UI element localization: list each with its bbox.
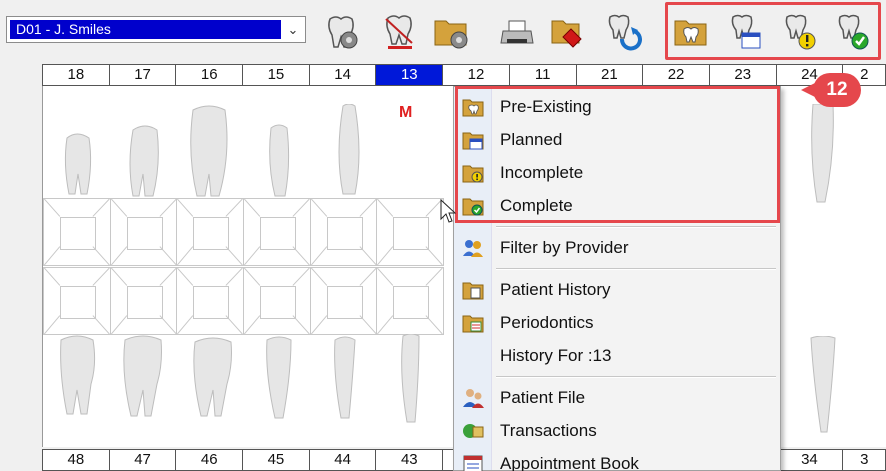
- tooth-number-35[interactable]: 3: [842, 449, 886, 471]
- incomplete-toolbar-button[interactable]: [778, 12, 820, 52]
- planned-calendar-icon: [731, 14, 761, 49]
- lower-tooth-34-illustration: [810, 336, 836, 433]
- folder-search-icon: [551, 20, 582, 48]
- tooth-number-23[interactable]: 23: [708, 64, 777, 86]
- menu-item-periodontics[interactable]: Periodontics: [454, 306, 780, 339]
- menu-item-appointment-book[interactable]: Appointment Book: [454, 447, 780, 471]
- planned-toolbar-button[interactable]: [724, 12, 766, 52]
- menu-item-label: Patient File: [500, 387, 586, 407]
- menu-item-patient-file[interactable]: Patient File: [454, 381, 780, 414]
- menu-item-filter-by-provider[interactable]: Filter by Provider: [454, 231, 780, 264]
- tooth-number-12[interactable]: 12: [442, 64, 510, 86]
- appointment-book-icon: [463, 455, 483, 471]
- tooth-number-14[interactable]: 14: [308, 64, 377, 86]
- surface-cell[interactable]: [376, 198, 445, 266]
- tooth-number-16[interactable]: 16: [175, 64, 244, 86]
- patient-history-icon: [462, 282, 484, 299]
- surface-cell[interactable]: [176, 198, 245, 266]
- tooth-number-44[interactable]: 44: [308, 449, 377, 471]
- upper-teeth-illustration: [64, 104, 360, 197]
- lower-surface-row: [43, 267, 445, 335]
- tooth-clear-button[interactable]: [378, 12, 420, 52]
- upper-tooth-numbers: 18 17 16 15 14 13 12 11 21 22 23 24 2: [42, 64, 886, 86]
- tooth-number-34[interactable]: 34: [775, 449, 844, 471]
- tooth-number-13[interactable]: 13: [375, 64, 444, 86]
- tooth-number-21[interactable]: 21: [575, 64, 644, 86]
- printer-icon: [500, 20, 534, 44]
- provider-select[interactable]: D01 - J. Smiles ⌄: [6, 16, 306, 43]
- menu-item-label: Periodontics: [500, 312, 594, 332]
- folder-settings-icon: [434, 20, 468, 49]
- pre-existing-folder-icon: [674, 20, 707, 46]
- chart-marker: M: [399, 104, 413, 121]
- surface-cell[interactable]: [309, 198, 378, 266]
- toolbar: D01 - J. Smiles ⌄: [0, 0, 886, 62]
- menu-separator: [496, 226, 776, 228]
- folder-settings-button[interactable]: [430, 12, 472, 52]
- surface-cell[interactable]: [109, 267, 178, 335]
- tooth-settings-button[interactable]: [320, 12, 362, 52]
- lower-teeth-illustration: [60, 334, 420, 423]
- incomplete-warning-icon: [785, 14, 816, 50]
- status-menu-highlight: [455, 86, 780, 223]
- tooth-number-17[interactable]: 17: [108, 64, 177, 86]
- menu-item-label: Filter by Provider: [500, 237, 629, 257]
- menu-separator: [496, 268, 776, 270]
- filter-provider-icon: [463, 239, 483, 257]
- periodontics-icon: [462, 315, 484, 332]
- menu-item-transactions[interactable]: Transactions: [454, 414, 780, 447]
- surface-cell[interactable]: [109, 198, 178, 266]
- surface-cell[interactable]: [43, 267, 111, 335]
- tooth-number-22[interactable]: 22: [642, 64, 710, 86]
- chevron-down-icon[interactable]: ⌄: [281, 17, 305, 42]
- menu-separator: [496, 376, 776, 378]
- tooth-number-15[interactable]: 15: [242, 64, 310, 86]
- surface-cell[interactable]: [243, 267, 311, 335]
- transactions-icon: [463, 423, 484, 438]
- tooth-number-18[interactable]: 18: [42, 64, 110, 86]
- surface-cell[interactable]: [376, 267, 445, 335]
- tooth-refresh-button[interactable]: [602, 12, 644, 52]
- tooth-clear-icon: [385, 15, 413, 49]
- tooth-settings-icon: [328, 16, 358, 49]
- tooth-number-43[interactable]: 43: [375, 449, 444, 471]
- tooth-number-48[interactable]: 48: [42, 449, 110, 471]
- surface-cell[interactable]: [176, 267, 245, 335]
- pre-existing-toolbar-button[interactable]: [670, 12, 712, 52]
- surface-cell[interactable]: [43, 198, 111, 266]
- print-button[interactable]: [497, 12, 539, 52]
- patient-file-icon: [463, 388, 484, 408]
- provider-select-value: D01 - J. Smiles: [10, 20, 281, 39]
- surface-cell[interactable]: [243, 198, 311, 266]
- complete-check-icon: [838, 14, 869, 50]
- folder-search-button[interactable]: [547, 12, 589, 52]
- tooth-number-11[interactable]: 11: [508, 64, 577, 86]
- menu-item-label: Appointment Book: [500, 453, 639, 471]
- tooth-number-46[interactable]: 46: [175, 449, 244, 471]
- upper-tooth-24-illustration: [811, 104, 834, 203]
- tooth-number-47[interactable]: 47: [108, 449, 177, 471]
- menu-item-patient-history[interactable]: Patient History: [454, 273, 780, 306]
- upper-surface-row: [43, 198, 445, 266]
- menu-item-label: Transactions: [500, 420, 597, 440]
- complete-toolbar-button[interactable]: [831, 12, 873, 52]
- menu-item-label: Patient History: [500, 279, 611, 299]
- tooth-number-45[interactable]: 45: [242, 449, 310, 471]
- menu-item-history-for-tooth[interactable]: History For :13: [454, 339, 780, 372]
- callout-badge: 12: [801, 73, 861, 107]
- menu-item-label: History For :13: [500, 345, 612, 365]
- tooth-refresh-icon: [608, 14, 642, 51]
- surface-cell[interactable]: [309, 267, 378, 335]
- mouse-cursor-icon: [440, 199, 456, 223]
